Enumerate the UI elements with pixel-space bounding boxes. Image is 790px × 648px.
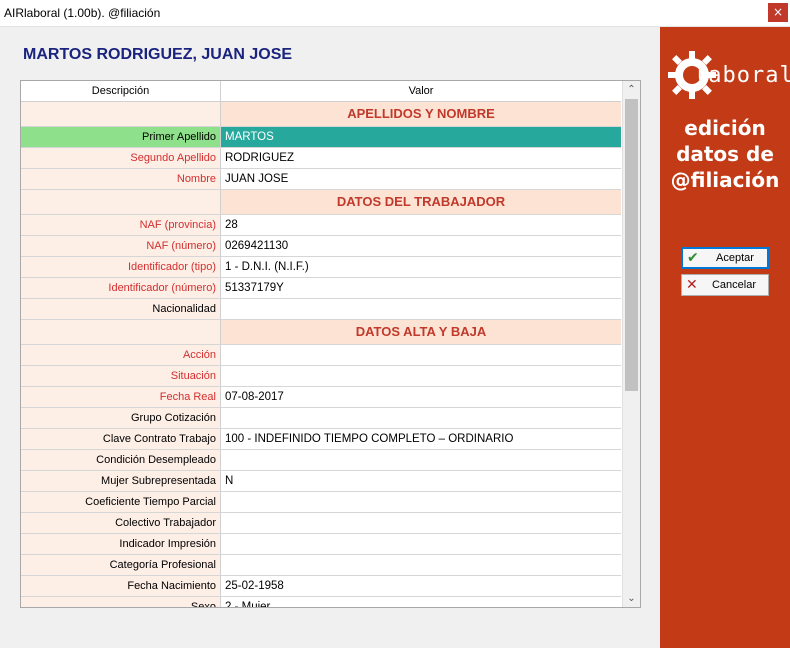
field-value[interactable] — [221, 555, 621, 575]
section-title: APELLIDOS Y NOMBRE — [221, 102, 621, 126]
section-header-row: APELLIDOS Y NOMBRE — [21, 102, 621, 127]
field-label: Acción — [21, 345, 221, 365]
field-label: Situación — [21, 366, 221, 386]
sidebar-title-line: datos de — [676, 142, 774, 166]
table-row[interactable]: Coeficiente Tiempo Parcial — [21, 492, 621, 513]
field-label: NAF (número) — [21, 236, 221, 256]
table-row[interactable]: Grupo Cotización — [21, 408, 621, 429]
field-value[interactable]: N — [221, 471, 621, 491]
table-row[interactable]: NAF (provincia) 28 — [21, 215, 621, 236]
field-label: Nacionalidad — [21, 299, 221, 319]
field-label: Sexo — [21, 597, 221, 607]
table-row[interactable]: Identificador (tipo) 1 - D.N.I. (N.I.F.) — [21, 257, 621, 278]
cancel-button[interactable]: ✕ Cancelar — [681, 274, 769, 296]
logo-text: laboral — [694, 63, 790, 88]
field-label: Identificador (número) — [21, 278, 221, 298]
field-value[interactable] — [221, 513, 621, 533]
sidebar-title: edición datos de @filiación — [660, 115, 790, 193]
sidebar-panel: laboral edición datos de @filiación ✔ Ac… — [660, 27, 790, 648]
section-label-cell — [21, 102, 221, 126]
accept-label: Aceptar — [716, 252, 754, 264]
field-value[interactable] — [221, 450, 621, 470]
field-label: Categoría Profesional — [21, 555, 221, 575]
field-label: Condición Desempleado — [21, 450, 221, 470]
field-value[interactable]: 0269421130 — [221, 236, 621, 256]
close-button[interactable]: × — [768, 3, 788, 22]
field-value[interactable]: 1 - D.N.I. (N.I.F.) — [221, 257, 621, 277]
field-value[interactable] — [221, 366, 621, 386]
table-row[interactable]: Colectivo Trabajador — [21, 513, 621, 534]
section-label-cell — [21, 190, 221, 214]
field-value[interactable]: 100 - INDEFINIDO TIEMPO COMPLETO – ORDIN… — [221, 429, 621, 449]
field-value[interactable]: 07-08-2017 — [221, 387, 621, 407]
field-label: Grupo Cotización — [21, 408, 221, 428]
filiation-grid: Descripción Valor APELLIDOS Y NOMBRE Prim… — [20, 80, 641, 608]
cancel-label: Cancelar — [711, 279, 757, 291]
field-value[interactable] — [221, 408, 621, 428]
section-label-cell — [21, 320, 221, 344]
table-row[interactable]: Fecha Nacimiento 25-02-1958 — [21, 576, 621, 597]
table-row[interactable]: Situación — [21, 366, 621, 387]
field-label: Mujer Subrepresentada — [21, 471, 221, 491]
title-bar: AIRlaboral (1.00b). @filiación × — [0, 0, 790, 27]
section-title: DATOS ALTA Y BAJA — [221, 320, 621, 344]
section-header-row: DATOS ALTA Y BAJA — [21, 320, 621, 345]
table-row[interactable]: Nacionalidad — [21, 299, 621, 320]
table-row[interactable]: Primer Apellido MARTOS — [21, 127, 621, 148]
accept-button[interactable]: ✔ Aceptar — [681, 247, 769, 269]
window-title: AIRlaboral (1.00b). @filiación — [4, 6, 161, 20]
field-label: NAF (provincia) — [21, 215, 221, 235]
table-row[interactable]: Acción — [21, 345, 621, 366]
page-title: MARTOS RODRIGUEZ, JUAN JOSE — [23, 46, 293, 63]
column-header-descripcion[interactable]: Descripción — [21, 81, 221, 101]
field-value[interactable] — [221, 345, 621, 365]
field-value[interactable]: 28 — [221, 215, 621, 235]
table-row[interactable]: Categoría Profesional — [21, 555, 621, 576]
field-value[interactable]: JUAN JOSE — [221, 169, 621, 189]
table-row[interactable]: Sexo 2 - Mujer — [21, 597, 621, 607]
section-header-row: DATOS DEL TRABAJADOR — [21, 190, 621, 215]
table-row[interactable]: Mujer Subrepresentada N — [21, 471, 621, 492]
scroll-thumb[interactable] — [625, 99, 638, 391]
field-value[interactable]: 2 - Mujer — [221, 597, 621, 607]
field-value[interactable]: 25-02-1958 — [221, 576, 621, 596]
table-row[interactable]: Clave Contrato Trabajo 100 - INDEFINIDO T… — [21, 429, 621, 450]
field-value[interactable] — [221, 299, 621, 319]
vertical-scrollbar[interactable]: ⌃ ⌄ — [622, 81, 640, 607]
table-row[interactable]: Identificador (número) 51337179Y — [21, 278, 621, 299]
table-row[interactable]: Condición Desempleado — [21, 450, 621, 471]
sidebar-title-line: edición — [684, 116, 766, 140]
field-value[interactable]: MARTOS — [221, 127, 621, 147]
table-row[interactable]: Indicador Impresión — [21, 534, 621, 555]
field-label: Coeficiente Tiempo Parcial — [21, 492, 221, 512]
column-header-valor[interactable]: Valor — [221, 81, 621, 101]
field-label: Fecha Nacimiento — [21, 576, 221, 596]
field-value[interactable]: RODRIGUEZ — [221, 148, 621, 168]
grid-header: Descripción Valor — [21, 81, 621, 102]
laboral-logo: laboral — [666, 45, 790, 105]
field-value[interactable] — [221, 534, 621, 554]
scroll-up-icon[interactable]: ⌃ — [623, 81, 640, 98]
grid-rows: APELLIDOS Y NOMBRE Primer Apellido MARTOS S… — [21, 102, 621, 607]
table-row[interactable]: Fecha Real 07-08-2017 — [21, 387, 621, 408]
field-value[interactable]: 51337179Y — [221, 278, 621, 298]
cross-icon: ✕ — [686, 277, 698, 293]
table-row[interactable]: Nombre JUAN JOSE — [21, 169, 621, 190]
table-row[interactable]: NAF (número) 0269421130 — [21, 236, 621, 257]
field-value[interactable] — [221, 492, 621, 512]
field-label: Segundo Apellido — [21, 148, 221, 168]
table-row[interactable]: Segundo Apellido RODRIGUEZ — [21, 148, 621, 169]
field-label: Colectivo Trabajador — [21, 513, 221, 533]
field-label: Clave Contrato Trabajo — [21, 429, 221, 449]
field-label: Primer Apellido — [21, 127, 221, 147]
scroll-down-icon[interactable]: ⌄ — [623, 590, 640, 607]
field-label: Indicador Impresión — [21, 534, 221, 554]
sidebar-title-line: @filiación — [670, 168, 780, 192]
field-label: Fecha Real — [21, 387, 221, 407]
field-label: Nombre — [21, 169, 221, 189]
field-label: Identificador (tipo) — [21, 257, 221, 277]
section-title: DATOS DEL TRABAJADOR — [221, 190, 621, 214]
checkmark-icon: ✔ — [687, 250, 699, 266]
